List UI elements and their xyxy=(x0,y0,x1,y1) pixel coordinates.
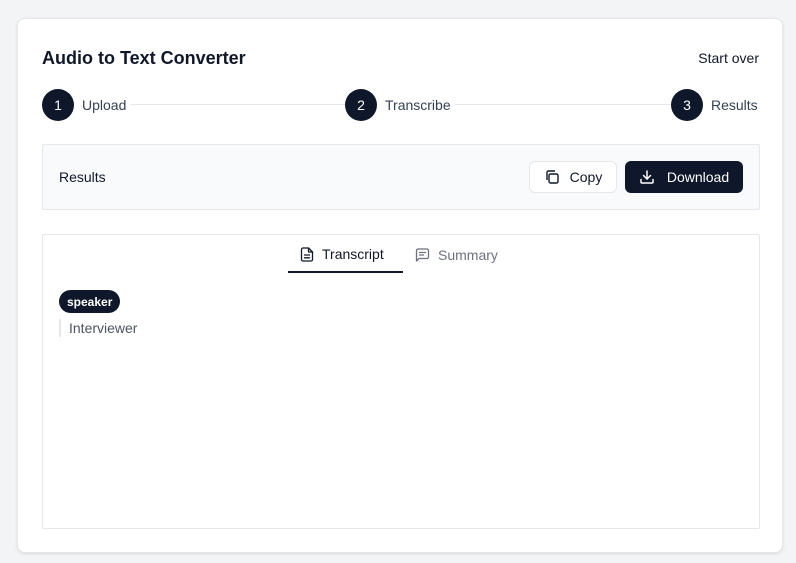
step-number: 3 xyxy=(671,89,703,121)
step-transcribe: 2 Transcribe xyxy=(345,89,455,121)
converter-card: Audio to Text Converter Start over 1 Upl… xyxy=(17,18,783,553)
message-square-icon xyxy=(415,248,430,262)
step-label: Upload xyxy=(82,97,131,113)
tab-label: Transcript xyxy=(322,246,384,262)
download-icon xyxy=(639,169,655,185)
results-toolbar: Results Copy Download xyxy=(42,144,760,210)
step-results: 3 Results xyxy=(671,89,758,121)
copy-icon xyxy=(544,169,560,185)
step-label: Results xyxy=(711,97,758,113)
page-title: Audio to Text Converter xyxy=(42,48,246,68)
speaker-badge: speaker xyxy=(59,290,121,313)
step-number: 1 xyxy=(42,89,74,121)
transcript-panel: Transcript Summary speaker Interviewer xyxy=(42,234,760,529)
download-label: Download xyxy=(666,169,730,185)
tab-list: Transcript Summary xyxy=(288,237,510,273)
tab-transcript[interactable]: Transcript xyxy=(288,237,403,273)
transcript-text: Interviewer xyxy=(59,319,137,337)
download-button[interactable]: Download xyxy=(625,161,743,193)
tab-label: Summary xyxy=(438,247,498,263)
step-upload: 1 Upload xyxy=(42,89,131,121)
file-text-icon xyxy=(300,246,314,262)
step-connector xyxy=(122,104,362,105)
stepper: 1 Upload 2 Transcribe 3 Results xyxy=(42,89,760,121)
results-heading: Results xyxy=(59,169,106,185)
copy-button[interactable]: Copy xyxy=(529,161,617,193)
start-over-button[interactable]: Start over xyxy=(698,50,759,66)
step-number: 2 xyxy=(345,89,377,121)
step-label: Transcribe xyxy=(385,97,455,113)
tab-summary[interactable]: Summary xyxy=(403,237,510,273)
copy-label: Copy xyxy=(569,169,603,185)
step-connector xyxy=(442,104,687,105)
